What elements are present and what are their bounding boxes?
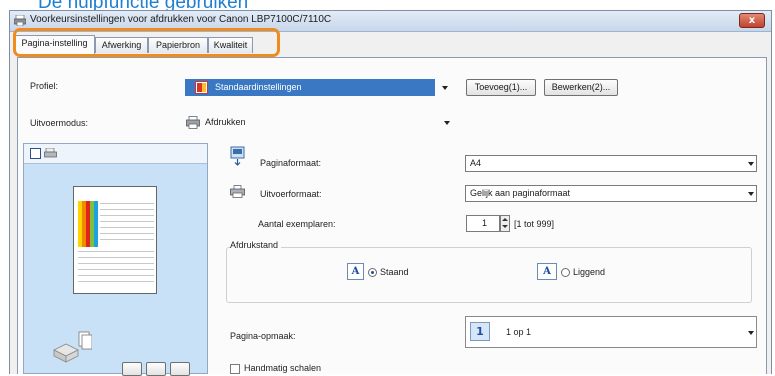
page-size-icon [230, 146, 245, 166]
page-layout-icon: 1 [470, 322, 490, 341]
page-size-value: A4 [470, 158, 482, 168]
output-size-dropdown[interactable]: Gelijk aan paginaformaat [465, 185, 757, 202]
paper-stack-icon [53, 331, 92, 363]
output-size-label: Uitvoerformaat: [260, 189, 322, 199]
copies-label: Aantal exemplaren: [258, 219, 336, 229]
copies-value: 1 [481, 218, 487, 228]
page-layout-dropdown[interactable]: 1 1 op 1 [465, 316, 757, 348]
page-preview-sheet [73, 186, 157, 294]
landscape-icon: A [537, 263, 557, 280]
preview-toolbar [24, 144, 207, 164]
portrait-label: Staand [380, 267, 409, 277]
window-title: Voorkeursinstellingen voor afdrukken voo… [30, 14, 332, 25]
copies-stepper[interactable]: 1 [466, 215, 500, 232]
profile-dropdown[interactable]: Standaardinstellingen [185, 79, 450, 96]
profile-value: Standaardinstellingen [185, 79, 435, 96]
output-mode-dropdown[interactable]: Afdrukken [185, 114, 455, 131]
profile-label: Profiel: [30, 81, 59, 91]
orientation-label: Afdrukstand [230, 240, 282, 250]
output-size-value: Gelijk aan paginaformaat [470, 188, 571, 198]
chevron-down-icon [748, 331, 754, 335]
add-profile-button[interactable]: Toevoeg(1)... [466, 79, 536, 96]
page-size-label: Paginaformaat: [260, 158, 322, 168]
page-size-dropdown[interactable]: A4 [465, 155, 757, 172]
output-mode-value: Afdrukken [205, 117, 246, 127]
printer-icon [186, 116, 200, 129]
tab-highlight-frame [13, 28, 280, 57]
chevron-down-icon [748, 162, 754, 166]
orientation-group [226, 247, 752, 303]
manual-scaling-checkbox[interactable] [230, 364, 240, 374]
copies-range: [1 tot 999] [514, 219, 555, 229]
landscape-label: Liggend [573, 267, 606, 277]
output-size-icon [230, 185, 245, 198]
chevron-up-icon[interactable] [502, 218, 508, 221]
page-layout-value: 1 op 1 [506, 327, 532, 337]
profile-icon [195, 81, 208, 94]
page-view-icon[interactable] [30, 148, 41, 159]
chevron-down-icon [748, 192, 754, 196]
landscape-radio[interactable] [561, 268, 570, 277]
manual-scaling-label: Handmatig schalen [244, 363, 322, 373]
copies-spin-buttons[interactable] [500, 215, 510, 232]
edit-profile-button[interactable]: Bewerken(2)... [544, 79, 618, 96]
page-layout-label: Pagina-opmaak: [230, 331, 296, 341]
color-bars-image [78, 201, 98, 247]
portrait-radio[interactable] [368, 268, 377, 277]
printer-icon [14, 15, 26, 26]
portrait-icon: A [347, 263, 364, 280]
printer-view-icon[interactable] [44, 148, 57, 159]
chevron-down-icon [444, 121, 450, 125]
chevron-down-icon [442, 86, 448, 90]
chevron-down-icon[interactable] [502, 225, 508, 228]
output-mode-label: Uitvoermodus: [30, 118, 89, 128]
preview-view-buttons [122, 362, 202, 376]
close-button[interactable]: x [739, 13, 765, 28]
